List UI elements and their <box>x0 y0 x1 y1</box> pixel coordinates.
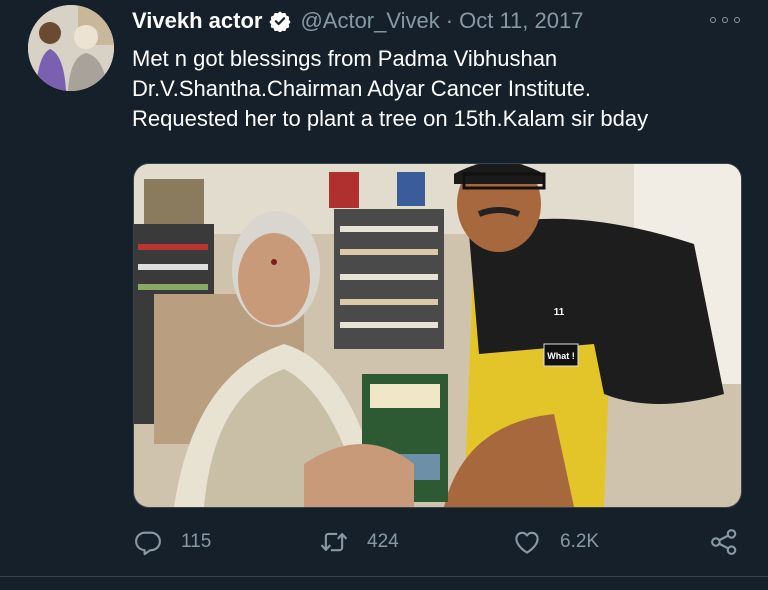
tweet-text-line: Requested her to plant a tree on 15th.Ka… <box>132 106 649 131</box>
shirt-badge-text: What ! <box>547 351 575 361</box>
tweet-text-line: Dr.V.Shantha.Chairman Adyar Cancer Insti… <box>132 76 591 101</box>
divider <box>0 576 768 577</box>
tweet-card[interactable]: Vivekh actor @Actor_Vivek · Oct 11, 2017… <box>0 0 768 590</box>
avatar[interactable] <box>28 5 114 91</box>
heart-icon <box>512 527 542 557</box>
retweet-icon <box>319 527 349 557</box>
like-button[interactable]: 6.2K <box>512 522 599 562</box>
tweet-date[interactable]: Oct 11, 2017 <box>459 8 583 34</box>
author-name[interactable]: Vivekh actor <box>132 8 262 34</box>
action-bar: 115 424 6.2K <box>0 522 768 562</box>
retweet-count: 424 <box>367 531 399 552</box>
more-options-icon[interactable] <box>710 11 740 29</box>
tweet-text: Met n got blessings from Padma Vibhushan… <box>132 44 752 134</box>
tweet-text-line: Met n got blessings from Padma Vibhushan <box>132 46 558 71</box>
avatar-image <box>28 5 114 91</box>
separator-dot: · <box>445 8 454 33</box>
tweet-photo[interactable]: What ! 11 <box>133 163 742 508</box>
share-button[interactable] <box>709 522 739 562</box>
reply-count: 115 <box>181 531 212 552</box>
share-icon <box>709 527 739 557</box>
verified-badge-icon <box>269 10 292 32</box>
like-count: 6.2K <box>560 531 600 552</box>
reply-button[interactable]: 115 <box>133 522 211 562</box>
shirt-number-text: 11 <box>554 307 565 318</box>
retweet-button[interactable]: 424 <box>319 522 399 562</box>
reply-icon <box>133 527 163 557</box>
author-handle[interactable]: @Actor_Vivek <box>300 8 439 34</box>
tweet-header: Vivekh actor @Actor_Vivek · Oct 11, 2017 <box>132 4 752 38</box>
